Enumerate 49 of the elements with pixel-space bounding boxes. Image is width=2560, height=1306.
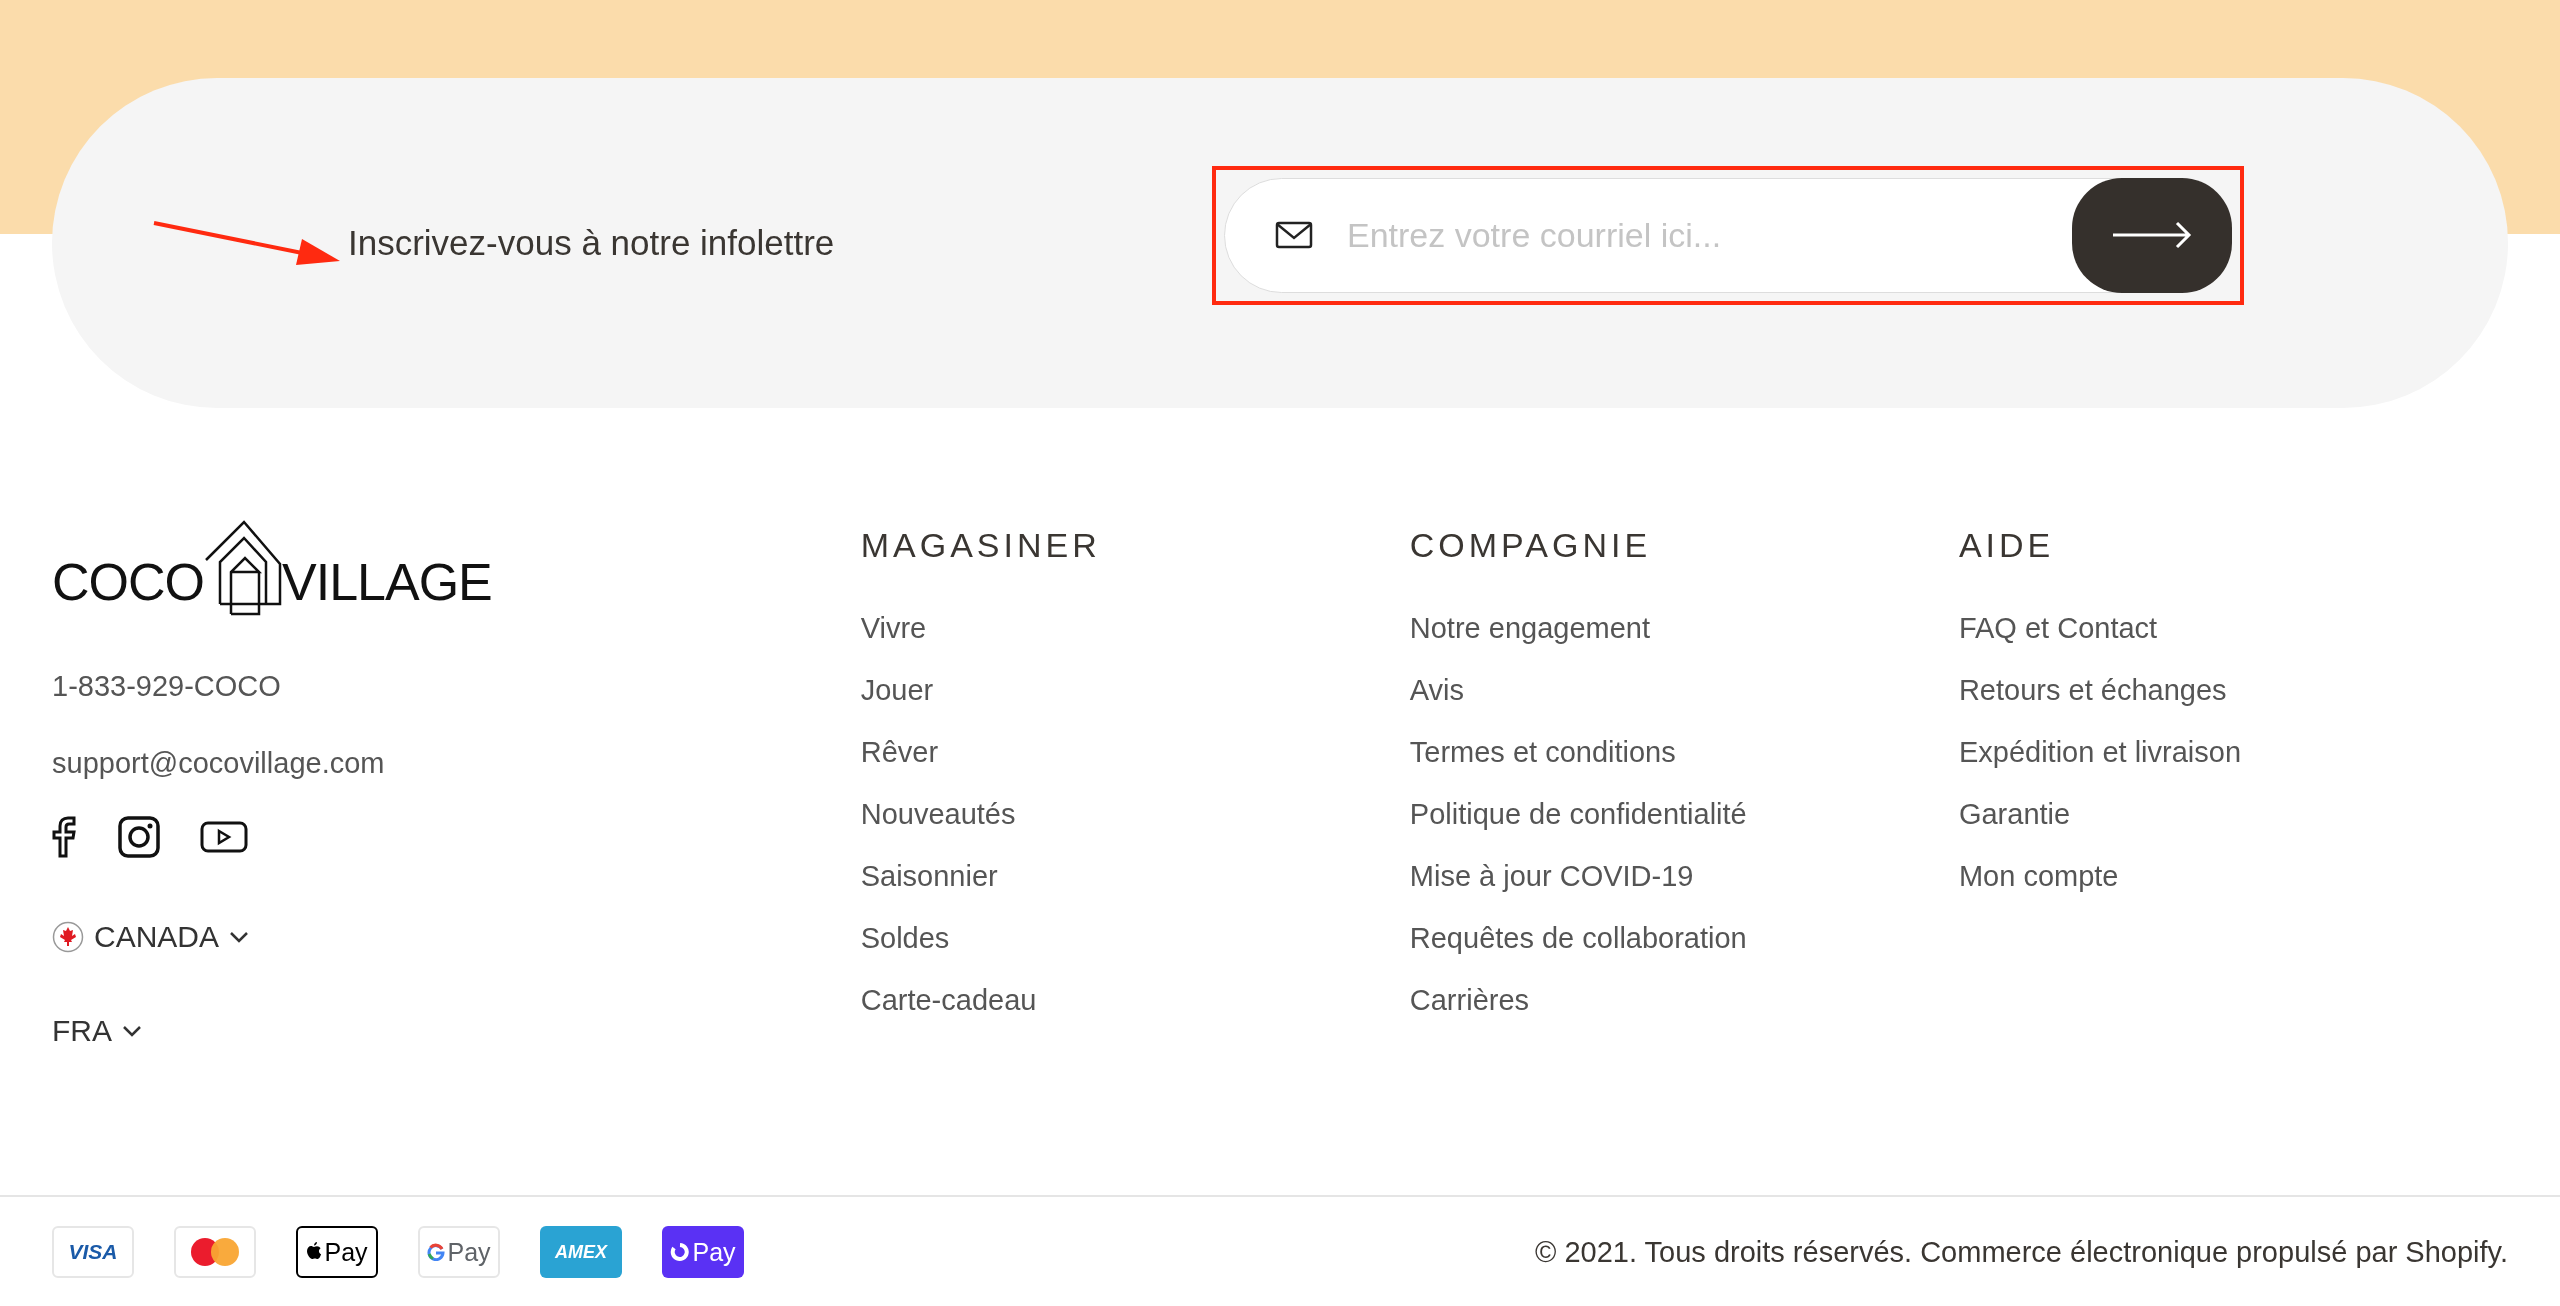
maple-leaf-icon [52, 921, 84, 953]
phone-number: 1-833-929-COCO [52, 670, 282, 703]
footer-link[interactable]: Mon compte [1958, 857, 2508, 895]
column-heading: MAGASINER [860, 526, 1102, 565]
newsletter-label: Inscrivez-vous à notre infolettre [348, 223, 835, 263]
payment-badge: VISA [52, 1226, 134, 1278]
payment-badge: Pay [418, 1226, 500, 1278]
facebook-icon[interactable] [52, 816, 78, 858]
footer-link[interactable]: Retours et échanges [1958, 671, 2508, 709]
footer-link[interactable]: Saisonnier [860, 857, 1410, 895]
instagram-icon[interactable] [118, 816, 160, 858]
g-logo-icon [427, 1243, 446, 1261]
footer-link[interactable]: Jouer [860, 671, 1410, 709]
footer-link[interactable]: Notre engagement [1409, 609, 1959, 647]
language-selector[interactable]: FRA [52, 1014, 142, 1048]
apple-icon [306, 1242, 323, 1262]
footer-link[interactable]: Requêtes de collaboration [1409, 919, 1959, 957]
country-selector[interactable]: CANADA [52, 920, 250, 954]
footer-link[interactable]: Rêver [860, 733, 1410, 771]
footer-link[interactable]: Carrières [1409, 981, 1959, 1019]
footer-link[interactable]: Expédition et livraison [1958, 733, 2508, 771]
payment-badge: AMEX [540, 1226, 622, 1278]
email-address: support@cocovillage.com [52, 747, 386, 780]
copyright-text: © 2021. Tous droits réservés. Commerce électronique propulsé par Shopify. [1535, 1235, 2508, 1269]
footer-link[interactable]: Vivre [860, 609, 1410, 647]
footer-link[interactable]: Mise à jour COVID-19 [1409, 857, 1959, 895]
house-icon [204, 520, 282, 616]
footer-link[interactable]: Nouveautés [860, 795, 1410, 833]
youtube-icon[interactable] [200, 821, 248, 853]
email-input[interactable]: Entrez votre courriel ici... [1347, 215, 2072, 255]
column-heading: COMPAGNIE [1409, 526, 1653, 565]
footer-link[interactable]: Avis [1409, 671, 1959, 709]
ring-icon [670, 1242, 691, 1262]
arrow-right-icon [2111, 220, 2193, 250]
payment-badge: Pay [662, 1226, 744, 1278]
envelope-icon [1275, 221, 1313, 249]
column-heading: AIDE [1958, 526, 2056, 565]
footer-link[interactable]: Termes et conditions [1409, 733, 1959, 771]
payment-badge: Pay [296, 1226, 378, 1278]
brand-logo[interactable]: COCO VILLAGE [52, 520, 861, 616]
footer-link[interactable]: FAQ et Contact [1958, 609, 2508, 647]
circles-icon [189, 1237, 241, 1267]
email-field[interactable]: Entrez votre courriel ici... [1224, 177, 2232, 293]
footer-link[interactable]: Soldes [860, 919, 1410, 957]
chevron-down-icon [229, 931, 250, 943]
chevron-down-icon [122, 1025, 142, 1037]
footer-link[interactable]: Carte-cadeau [860, 981, 1410, 1019]
footer-link[interactable]: Garantie [1958, 795, 2508, 833]
footer-link[interactable]: Politique de confidentialité [1409, 795, 1959, 833]
